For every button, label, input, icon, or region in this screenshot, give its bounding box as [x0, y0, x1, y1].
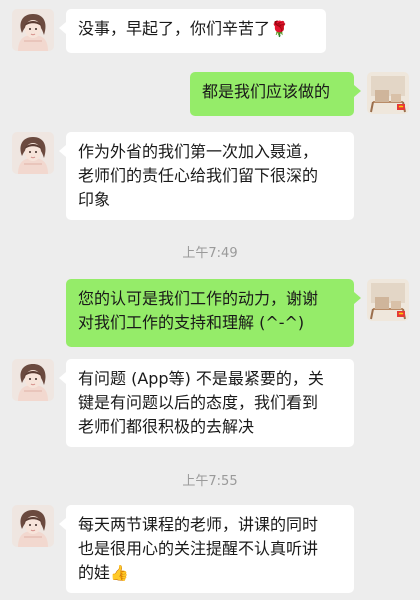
message-text-line: 对我们工作的支持和理解 (^-^) [78, 313, 305, 332]
message-text-line: 印象 [78, 190, 111, 209]
message-text: 都是我们应该做的 [202, 82, 331, 101]
message-bubble[interactable]: 没事，早起了，你们辛苦了🌹 [59, 9, 326, 53]
user-avatar[interactable] [367, 72, 409, 114]
timestamp: 上午7:55 [182, 474, 238, 489]
message-text-line: 有问题 (App等) 不是最紧要的，关 [78, 369, 324, 388]
message-text-line: 键是有问题以后的态度，我们看到 [78, 393, 319, 412]
message-text-line: 作为外省的我们第一次加入聂道， [78, 142, 319, 161]
message-bubble[interactable]: 每天两节课程的老师，讲课的同时 也是很用心的关注提醒不认真听讲 的娃👍 [59, 505, 354, 593]
thumbs-up-emoji: 👍 [110, 564, 129, 582]
rose-emoji: 🌹 [270, 20, 289, 38]
girl-portrait-avatar-icon [12, 359, 54, 401]
wooden-desk-avatar-icon [367, 279, 409, 321]
girl-portrait-avatar-icon [12, 505, 54, 547]
message-text-line: 老师们的责任心给我们留下很深的 [78, 166, 319, 185]
timestamp: 上午7:49 [182, 246, 238, 261]
contact-avatar[interactable] [12, 9, 54, 51]
user-avatar[interactable] [367, 279, 409, 321]
contact-avatar[interactable] [12, 359, 54, 401]
message-bubble-sent[interactable]: 您的认可是我们工作的动力，谢谢 对我们工作的支持和理解 (^-^) [66, 279, 361, 347]
chat-message-list[interactable]: 没事，早起了，你们辛苦了🌹 都是我们应该做的 作为外省的我们第一次加入聂道， 老… [0, 0, 420, 600]
message-bubble-sent[interactable]: 都是我们应该做的 [190, 72, 361, 116]
message-text-line: 您的认可是我们工作的动力，谢谢 [78, 289, 319, 308]
wooden-desk-avatar-icon [367, 72, 409, 114]
contact-avatar[interactable] [12, 505, 54, 547]
message-text-line: 老师们都很积极的去解决 [78, 417, 255, 436]
message-text: 没事，早起了，你们辛苦了🌹 [78, 19, 289, 38]
message-bubble[interactable]: 有问题 (App等) 不是最紧要的，关 键是有问题以后的态度，我们看到 老师们都… [59, 359, 354, 447]
girl-portrait-avatar-icon [12, 9, 54, 51]
girl-portrait-avatar-icon [12, 132, 54, 174]
message-text-line: 的娃👍 [78, 563, 129, 582]
message-bubble[interactable]: 作为外省的我们第一次加入聂道， 老师们的责任心给我们留下很深的 印象 [59, 132, 354, 220]
message-text-line: 每天两节课程的老师，讲课的同时 [78, 515, 319, 534]
contact-avatar[interactable] [12, 132, 54, 174]
message-text-line: 也是很用心的关注提醒不认真听讲 [78, 539, 319, 558]
